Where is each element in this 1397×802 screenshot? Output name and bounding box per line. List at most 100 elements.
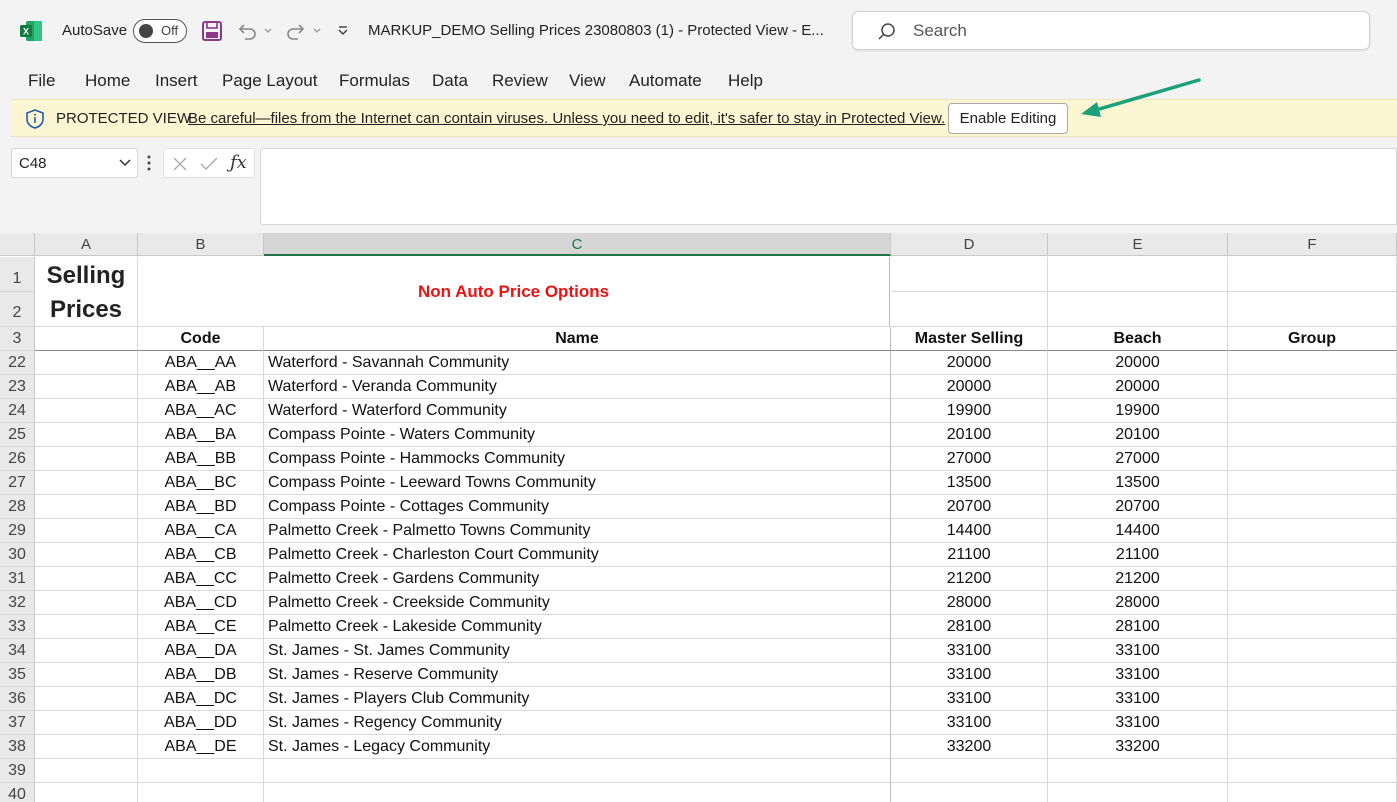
row-header[interactable]: 24 xyxy=(0,399,35,423)
cell[interactable] xyxy=(1228,495,1397,519)
cell[interactable] xyxy=(1048,257,1228,292)
cell-name[interactable]: Waterford - Veranda Community xyxy=(264,375,891,399)
row-header[interactable]: 36 xyxy=(0,687,35,711)
cell-name[interactable]: St. James - Players Club Community xyxy=(264,687,891,711)
row-header[interactable]: 22 xyxy=(0,351,35,375)
menu-review[interactable]: Review xyxy=(492,71,548,91)
cell[interactable] xyxy=(35,375,138,399)
menu-insert[interactable]: Insert xyxy=(155,71,198,91)
cell[interactable] xyxy=(1228,783,1397,802)
row-header[interactable]: 34 xyxy=(0,639,35,663)
enable-editing-button[interactable]: Enable Editing xyxy=(948,103,1068,134)
cell[interactable] xyxy=(1228,639,1397,663)
cell-master[interactable]: 21200 xyxy=(891,567,1048,591)
cell[interactable] xyxy=(35,735,138,759)
cell-beach[interactable]: 28100 xyxy=(1048,615,1228,639)
cell-master[interactable]: 20000 xyxy=(891,351,1048,375)
cell[interactable] xyxy=(35,711,138,735)
cell-beach[interactable]: 21200 xyxy=(1048,567,1228,591)
row-header[interactable]: 35 xyxy=(0,663,35,687)
cell-master[interactable]: 28000 xyxy=(891,591,1048,615)
cell-master[interactable]: 33200 xyxy=(891,735,1048,759)
cancel-icon[interactable] xyxy=(172,156,188,172)
row-header[interactable]: 33 xyxy=(0,615,35,639)
header-cell-a[interactable] xyxy=(35,327,138,351)
cell-beach[interactable]: 33100 xyxy=(1048,639,1228,663)
cell[interactable] xyxy=(35,519,138,543)
cell[interactable] xyxy=(1228,543,1397,567)
column-header-a[interactable]: A xyxy=(35,233,138,256)
cell-master[interactable]: 28100 xyxy=(891,615,1048,639)
undo-dropdown-icon[interactable] xyxy=(263,18,273,44)
cell-name[interactable]: Palmetto Creek - Charleston Court Commun… xyxy=(264,543,891,567)
cell[interactable] xyxy=(1228,471,1397,495)
header-cell-code[interactable]: Code xyxy=(138,327,264,351)
cell[interactable] xyxy=(1228,447,1397,471)
cell-code[interactable]: ABA__AC xyxy=(138,399,264,423)
row-header[interactable]: 3 xyxy=(0,327,35,351)
menu-data[interactable]: Data xyxy=(432,71,468,91)
cell[interactable] xyxy=(891,257,1048,292)
autosave-toggle[interactable]: Off xyxy=(133,19,187,43)
cell-code[interactable]: ABA__DE xyxy=(138,735,264,759)
cell-master[interactable] xyxy=(891,759,1048,783)
cell-master[interactable] xyxy=(891,783,1048,802)
search-box[interactable] xyxy=(852,11,1370,50)
undo-icon[interactable] xyxy=(236,18,258,44)
cell[interactable] xyxy=(1228,519,1397,543)
cell[interactable] xyxy=(35,471,138,495)
cell[interactable] xyxy=(1228,257,1397,292)
cell-name[interactable] xyxy=(264,759,891,783)
header-cell-master-selling[interactable]: Master Selling xyxy=(891,327,1048,351)
cell-name[interactable]: Compass Pointe - Leeward Towns Community xyxy=(264,471,891,495)
cell-code[interactable]: ABA__DC xyxy=(138,687,264,711)
function-icon[interactable]: ƒx xyxy=(230,152,247,173)
cell[interactable] xyxy=(1228,663,1397,687)
cell-master[interactable]: 13500 xyxy=(891,471,1048,495)
cell[interactable] xyxy=(1228,351,1397,375)
cell-beach[interactable]: 20000 xyxy=(1048,375,1228,399)
menu-view[interactable]: View xyxy=(569,71,606,91)
cell-code[interactable]: ABA__CD xyxy=(138,591,264,615)
cell-name[interactable]: St. James - Legacy Community xyxy=(264,735,891,759)
cell[interactable] xyxy=(1048,292,1228,327)
select-all-corner[interactable] xyxy=(0,233,35,256)
cell[interactable] xyxy=(35,783,138,802)
cell-beach[interactable]: 33100 xyxy=(1048,687,1228,711)
cell[interactable] xyxy=(35,639,138,663)
cell-master[interactable]: 14400 xyxy=(891,519,1048,543)
cell-code[interactable]: ABA__DD xyxy=(138,711,264,735)
cell-master[interactable]: 20000 xyxy=(891,375,1048,399)
column-header-c[interactable]: C xyxy=(264,233,891,256)
row-header[interactable]: 1 xyxy=(0,257,35,292)
column-header-e[interactable]: E xyxy=(1048,233,1228,256)
cell-code[interactable]: ABA__AB xyxy=(138,375,264,399)
cell-code[interactable]: ABA__CA xyxy=(138,519,264,543)
cell-name[interactable]: St. James - St. James Community xyxy=(264,639,891,663)
cell-beach[interactable]: 20700 xyxy=(1048,495,1228,519)
cell-code[interactable]: ABA__CB xyxy=(138,543,264,567)
cell[interactable] xyxy=(35,495,138,519)
row-header[interactable]: 26 xyxy=(0,447,35,471)
menu-page-layout[interactable]: Page Layout xyxy=(222,71,317,91)
cell-name[interactable]: Waterford - Waterford Community xyxy=(264,399,891,423)
cell[interactable] xyxy=(35,591,138,615)
cell-code[interactable]: ABA__AA xyxy=(138,351,264,375)
cell[interactable] xyxy=(1228,567,1397,591)
cell[interactable] xyxy=(35,615,138,639)
column-header-d[interactable]: D xyxy=(891,233,1048,256)
cell-code[interactable]: ABA__BB xyxy=(138,447,264,471)
cell-master[interactable]: 33100 xyxy=(891,687,1048,711)
cell-code[interactable] xyxy=(138,759,264,783)
cell-code[interactable]: ABA__CE xyxy=(138,615,264,639)
cell-beach[interactable]: 20000 xyxy=(1048,351,1228,375)
cell-name[interactable]: Compass Pointe - Hammocks Community xyxy=(264,447,891,471)
cell[interactable] xyxy=(1228,399,1397,423)
sheet-title-cell[interactable]: Selling Prices xyxy=(35,257,138,327)
menu-file[interactable]: File xyxy=(28,71,55,91)
cell-master[interactable]: 33100 xyxy=(891,711,1048,735)
cell-code[interactable]: ABA__BC xyxy=(138,471,264,495)
cell-master[interactable]: 20100 xyxy=(891,423,1048,447)
cell-name[interactable]: Compass Pointe - Cottages Community xyxy=(264,495,891,519)
column-header-b[interactable]: B xyxy=(138,233,264,256)
